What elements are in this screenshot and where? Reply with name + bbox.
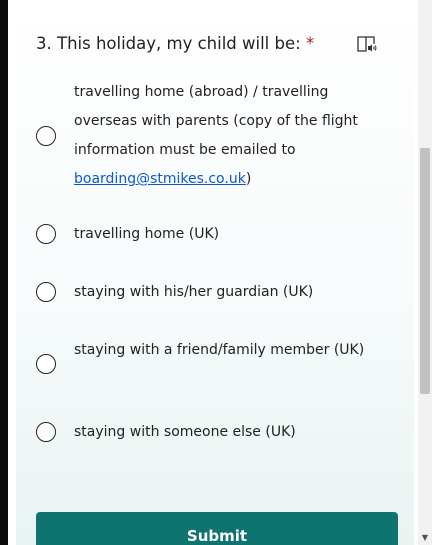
radio-button[interactable] bbox=[36, 354, 56, 374]
scrollbar-thumb[interactable] bbox=[420, 148, 430, 394]
option-label: staying with someone else (UK) bbox=[74, 424, 296, 440]
scrollbar[interactable]: ▼ bbox=[418, 0, 432, 545]
option-travelling-abroad[interactable]: travelling home (abroad) / travelling ov… bbox=[16, 78, 414, 198]
option-label-suffix: ) bbox=[245, 171, 252, 187]
option-label: staying with his/her guardian (UK) bbox=[74, 284, 314, 300]
radio-button[interactable] bbox=[36, 282, 56, 302]
question-card: 3. This holiday, my child will be: * tra… bbox=[16, 0, 414, 545]
required-marker: * bbox=[305, 34, 315, 53]
option-label-text: travelling home (abroad) / travelling ov… bbox=[74, 84, 358, 158]
option-staying-with-guardian[interactable]: staying with his/her guardian (UK) bbox=[16, 278, 414, 308]
option-staying-with-friend-family[interactable]: staying with a friend/family member (UK) bbox=[16, 336, 414, 396]
option-label: travelling home (abroad) / travelling ov… bbox=[74, 78, 392, 194]
email-link[interactable]: boarding@stmikes.co.uk bbox=[74, 171, 246, 187]
immersive-reader-icon[interactable] bbox=[356, 33, 378, 55]
question-title-text: 3. This holiday, my child will be: bbox=[36, 34, 301, 53]
radio-button[interactable] bbox=[36, 126, 56, 146]
option-label: travelling home (UK) bbox=[74, 226, 220, 242]
submit-button[interactable]: Submit bbox=[36, 512, 398, 545]
option-travelling-home-uk[interactable]: travelling home (UK) bbox=[16, 220, 414, 250]
option-staying-with-someone-else[interactable]: staying with someone else (UK) bbox=[16, 418, 414, 448]
radio-button[interactable] bbox=[36, 224, 56, 244]
question-title: 3. This holiday, my child will be: * bbox=[36, 34, 314, 53]
scroll-down-arrow-icon[interactable]: ▼ bbox=[418, 531, 432, 545]
radio-button[interactable] bbox=[36, 422, 56, 442]
option-label: staying with a friend/family member (UK) bbox=[74, 342, 365, 358]
left-edge-bar bbox=[0, 0, 8, 545]
